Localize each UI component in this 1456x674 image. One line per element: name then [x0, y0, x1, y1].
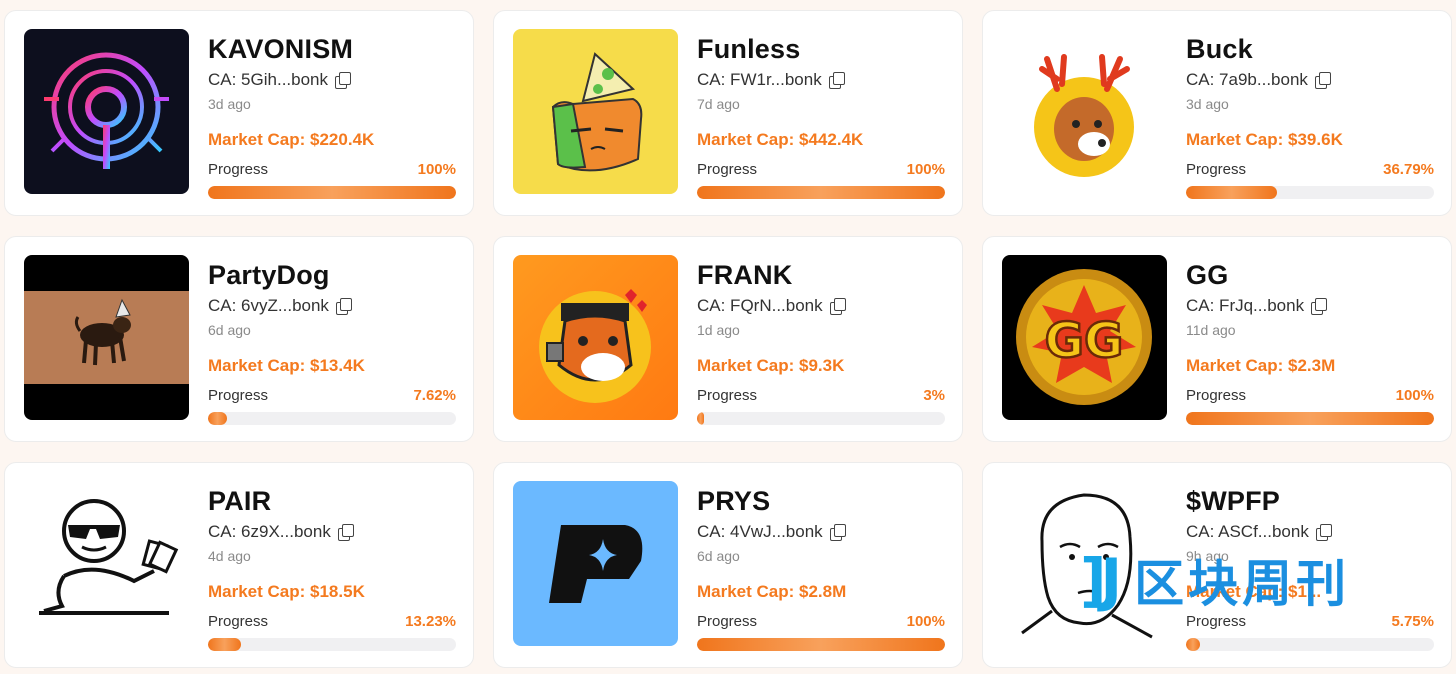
token-name: PartyDog — [208, 260, 330, 290]
progress-label: Progress — [208, 613, 269, 630]
token-name: KAVONISM — [208, 34, 354, 64]
progress-label: Progress — [208, 161, 269, 178]
contract-address: CA: 6vyZ...bonk — [208, 296, 329, 315]
contract-address: CA: 4VwJ...bonk — [697, 522, 823, 541]
token-age: 1d ago — [697, 322, 740, 338]
token-image-frank — [513, 255, 678, 420]
progress-fill — [208, 412, 227, 425]
progress-percent: 13.23% — [405, 613, 456, 630]
progress-fill — [697, 638, 945, 651]
token-name: $WPFP — [1186, 486, 1281, 516]
token-image-funless — [513, 29, 678, 194]
progress-percent: 7.62% — [413, 387, 456, 404]
contract-address: CA: 7a9b...bonk — [1186, 70, 1308, 89]
copy-icon[interactable] — [337, 524, 354, 541]
market-cap: Market Cap: $442.4K — [697, 130, 864, 149]
progress-label: Progress — [208, 387, 269, 404]
progress-percent: 5.75% — [1391, 613, 1434, 630]
progress-percent: 100% — [417, 161, 456, 178]
progress-label: Progress — [697, 161, 758, 178]
token-age: 4d ago — [208, 548, 251, 564]
progress-bar — [1186, 412, 1434, 425]
token-name: PAIR — [208, 486, 272, 516]
copy-icon[interactable] — [829, 524, 846, 541]
token-age: 7d ago — [697, 96, 740, 112]
progress-fill — [697, 412, 705, 425]
token-image-partydog — [24, 255, 189, 420]
token-card[interactable]: PartyDog CA: 6vyZ...bonk 6d ago Market C… — [4, 236, 474, 442]
progress-bar — [697, 186, 945, 199]
token-card[interactable]: FRANK CA: FQrN...bonk 1d ago Market Cap:… — [493, 236, 963, 442]
progress-fill — [208, 638, 241, 651]
progress-fill — [1186, 412, 1434, 425]
progress-fill — [1186, 638, 1201, 651]
progress-label: Progress — [697, 387, 758, 404]
token-card[interactable]: PRYS CA: 4VwJ...bonk 6d ago Market Cap: … — [493, 462, 963, 668]
progress-label: Progress — [1186, 161, 1247, 178]
copy-icon[interactable] — [335, 298, 352, 315]
progress-label: Progress — [697, 613, 758, 630]
copy-icon[interactable] — [828, 72, 845, 89]
contract-address: CA: FrJq...bonk — [1186, 296, 1305, 315]
market-cap: Market Cap: $9.3K — [697, 356, 845, 375]
progress-percent: 3% — [923, 387, 945, 404]
progress-bar — [697, 412, 945, 425]
token-age: 3d ago — [1186, 96, 1229, 112]
token-card[interactable]: Buck CA: 7a9b...bonk 3d ago Market Cap: … — [982, 10, 1452, 216]
token-age: 6d ago — [208, 322, 251, 338]
progress-percent: 36.79% — [1383, 161, 1434, 178]
watermark: ]J 区块周刊 — [1080, 545, 1440, 615]
progress-fill — [1186, 186, 1278, 199]
token-age: 3d ago — [208, 96, 251, 112]
token-name: PRYS — [697, 486, 771, 516]
token-name: FRANK — [697, 260, 793, 290]
contract-address: CA: 6z9X...bonk — [208, 522, 331, 541]
token-name: GG — [1186, 260, 1229, 290]
progress-bar — [1186, 186, 1434, 199]
market-cap: Market Cap: $220.4K — [208, 130, 375, 149]
watermark-text: 区块周刊 — [1134, 555, 1351, 613]
progress-bar — [208, 638, 456, 651]
token-card[interactable]: PAIR CA: 6z9X...bonk 4d ago Market Cap: … — [4, 462, 474, 668]
progress-percent: 100% — [1395, 387, 1434, 404]
token-image-buck — [1002, 29, 1167, 194]
progress-bar — [697, 638, 945, 651]
contract-address: CA: FW1r...bonk — [697, 70, 822, 89]
contract-address: CA: FQrN...bonk — [697, 296, 823, 315]
contract-address: CA: ASCf...bonk — [1186, 522, 1309, 541]
copy-icon[interactable] — [1315, 524, 1332, 541]
market-cap: Market Cap: $2.8M — [697, 582, 847, 601]
progress-bar — [1186, 638, 1434, 651]
token-image-gg: GG — [1002, 255, 1167, 420]
market-cap: Market Cap: $39.6K — [1186, 130, 1343, 149]
copy-icon[interactable] — [334, 72, 352, 89]
market-cap: Market Cap: $13.4K — [208, 356, 365, 375]
watermark-logo: ]J — [1080, 546, 1122, 614]
token-age: 11d ago — [1186, 322, 1236, 338]
svg-text:GG: GG — [1045, 313, 1124, 369]
copy-icon[interactable] — [1314, 72, 1331, 89]
progress-percent: 100% — [906, 161, 945, 178]
copy-icon[interactable] — [829, 298, 846, 315]
contract-address: CA: 5Gih...bonk — [208, 70, 329, 89]
token-card[interactable]: GG GG CA: FrJq...bonk 11d ago Market Cap… — [982, 236, 1452, 442]
progress-percent: 100% — [906, 613, 945, 630]
token-name: Buck — [1186, 34, 1253, 64]
token-image-kavonism — [24, 29, 189, 194]
progress-bar — [208, 412, 456, 425]
token-card[interactable]: KAVONISM CA: 5Gih...bonk 3d ago Market C… — [4, 10, 474, 216]
token-image-prys — [513, 481, 678, 646]
copy-icon[interactable] — [1310, 298, 1328, 315]
token-age: 6d ago — [697, 548, 740, 564]
progress-fill — [208, 186, 456, 199]
progress-label: Progress — [1186, 387, 1247, 404]
token-image-pair — [24, 481, 189, 646]
token-card[interactable]: Funless CA: FW1r...bonk 7d ago Market Ca… — [493, 10, 963, 216]
market-cap: Market Cap: $18.5K — [208, 582, 365, 601]
token-name: Funless — [697, 34, 801, 64]
market-cap: Market Cap: $2.3M — [1186, 356, 1336, 375]
progress-bar — [208, 186, 456, 199]
progress-fill — [697, 186, 945, 199]
